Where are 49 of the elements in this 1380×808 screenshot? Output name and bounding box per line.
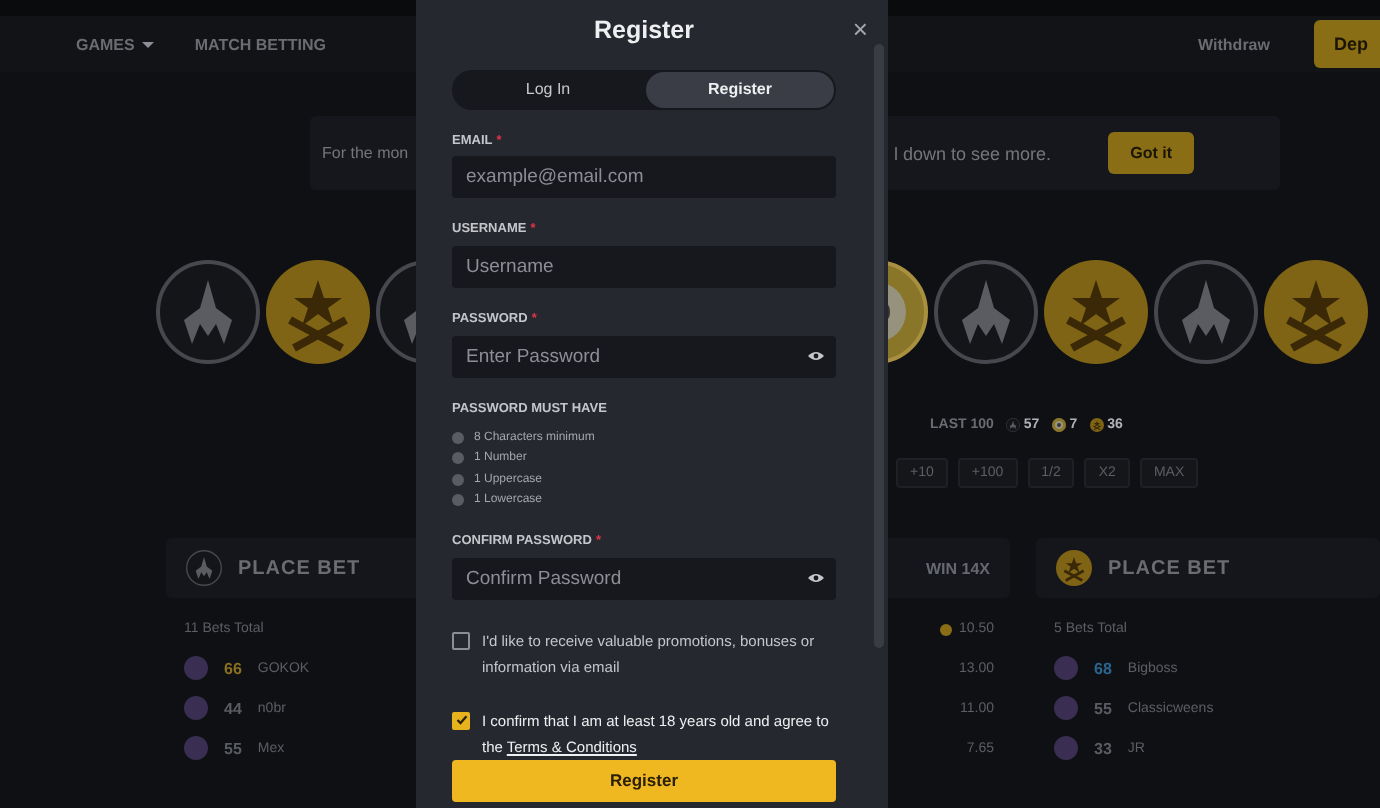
- avatar: [184, 696, 208, 720]
- claw-emblem-icon: [1005, 418, 1020, 432]
- panel-title: PLACE BET: [1108, 557, 1231, 579]
- claw-emblem-icon: [934, 259, 1038, 363]
- coin-icon: [940, 623, 953, 635]
- level-label: 33: [1092, 739, 1114, 757]
- tab[interactable]: Log In: [454, 71, 642, 108]
- password-field[interactable]: Enter Password: [452, 335, 836, 378]
- notice-text: l down to see more.: [894, 143, 1054, 163]
- caret-icon: [142, 41, 155, 53]
- notice-text: For the mon: [322, 144, 410, 162]
- bonus-emblem-icon: [1051, 418, 1066, 432]
- close-button[interactable]: ×: [852, 18, 868, 42]
- eye-icon[interactable]: [808, 349, 824, 362]
- tab[interactable]: Register: [646, 71, 834, 108]
- dialog-title: Register: [593, 16, 695, 45]
- input-field[interactable]: example@email.com: [452, 156, 836, 199]
- claw-emblem-icon: [1154, 259, 1258, 363]
- level-label: 68: [1092, 659, 1114, 677]
- eye-icon[interactable]: [808, 571, 824, 584]
- win-multiplier: WIN 14X: [925, 559, 990, 577]
- avatar: [1054, 656, 1078, 680]
- withdraw-link[interactable]: Withdraw: [1198, 35, 1270, 53]
- input-field[interactable]: Username: [452, 246, 836, 289]
- level-label: 44: [222, 699, 244, 717]
- checkbox[interactable]: [452, 631, 470, 650]
- avatar: [184, 736, 208, 760]
- level-label: 66: [222, 659, 244, 677]
- avatar: [1054, 736, 1078, 760]
- nav-link[interactable]: MATCH BETTING: [194, 35, 326, 53]
- star-emblem-icon: [1056, 550, 1092, 586]
- avatar: [1054, 696, 1078, 720]
- register-button[interactable]: Register: [452, 759, 836, 802]
- checkbox[interactable]: [452, 711, 470, 730]
- claw-emblem-icon: [186, 550, 222, 586]
- panel-title: PLACE BET: [238, 557, 361, 579]
- claw-emblem-icon: [156, 259, 260, 363]
- deposit-button[interactable]: Dep: [1313, 20, 1380, 68]
- star-emblem-icon: [1089, 418, 1104, 432]
- level-label: 55: [222, 739, 244, 757]
- nav-link[interactable]: GAMES: [76, 35, 155, 53]
- star-emblem-icon: [1264, 259, 1368, 363]
- star-emblem-icon: [1044, 259, 1148, 363]
- place-bet-header[interactable]: PLACE BET: [1036, 538, 1380, 598]
- star-emblem-icon: [266, 259, 370, 363]
- avatar: [184, 656, 208, 680]
- level-label: 55: [1092, 699, 1114, 717]
- password-field[interactable]: Confirm Password: [452, 557, 836, 600]
- got-it-button[interactable]: Got it: [1108, 132, 1194, 174]
